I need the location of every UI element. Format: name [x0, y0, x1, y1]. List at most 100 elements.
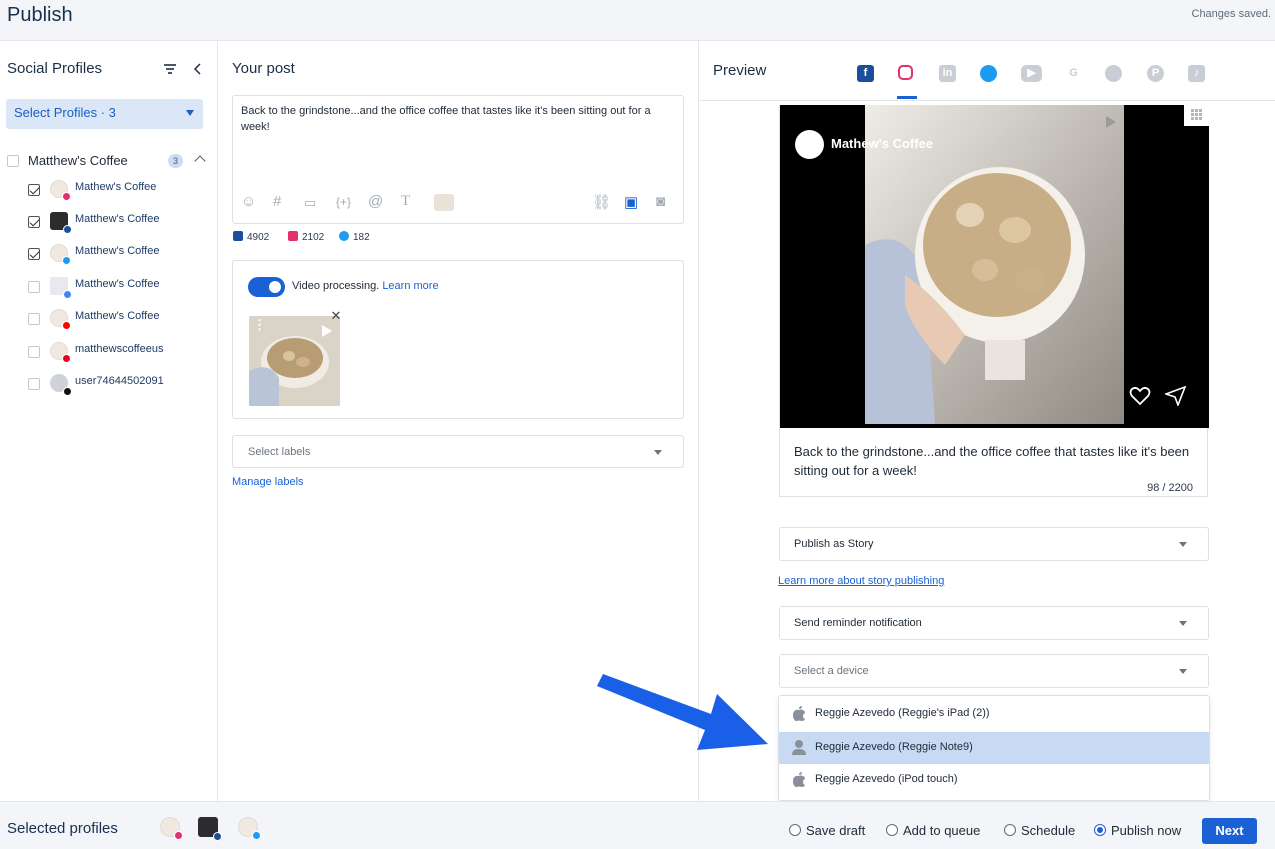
- text-format-icon[interactable]: T: [401, 193, 410, 210]
- profile-item[interactable]: Mathew's Coffee: [28, 180, 208, 201]
- profile-item[interactable]: Matthew's Coffee: [28, 277, 208, 299]
- active-tab-indicator: [897, 96, 917, 99]
- selected-profile-avatar[interactable]: [238, 817, 261, 840]
- tab-google[interactable]: G: [1065, 65, 1082, 82]
- profile-item[interactable]: user74644502091: [28, 374, 208, 396]
- video-icon[interactable]: ▣: [624, 193, 638, 211]
- profile-avatar: [50, 244, 71, 265]
- emoji-icon[interactable]: ☺: [241, 193, 256, 210]
- tab-twitter[interactable]: [980, 65, 997, 82]
- remove-media-icon[interactable]: ✕: [329, 309, 343, 323]
- mention-icon[interactable]: @: [368, 193, 383, 210]
- video-processing-label: Video processing.: [292, 280, 380, 292]
- send-icon[interactable]: [1165, 386, 1187, 406]
- tab-linkedin[interactable]: in: [939, 65, 956, 82]
- selected-profile-avatar[interactable]: [198, 817, 222, 841]
- link-icon[interactable]: ⛓: [592, 193, 611, 211]
- assistant-icon[interactable]: [434, 194, 454, 211]
- profile-checkbox[interactable]: [28, 248, 40, 260]
- next-button[interactable]: Next: [1202, 818, 1257, 844]
- selected-profiles-label: Selected profiles: [7, 820, 118, 837]
- facebook-icon: [213, 832, 222, 841]
- profile-avatar: [50, 309, 71, 330]
- selected-profile-avatar[interactable]: [160, 817, 183, 840]
- post-text[interactable]: Back to the grindstone...and the office …: [241, 103, 677, 135]
- profile-checkbox[interactable]: [28, 346, 40, 358]
- facebook-count: 4902: [233, 231, 269, 243]
- instagram-icon: [62, 192, 71, 201]
- profile-item[interactable]: Matthew's Coffee: [28, 244, 208, 265]
- social-profiles-panel: Social Profiles Select Profiles · 3 Matt…: [0, 41, 218, 801]
- caret-down-icon: [1179, 542, 1187, 547]
- group-checkbox[interactable]: [7, 155, 19, 167]
- profile-checkbox[interactable]: [28, 378, 40, 390]
- tab-reddit[interactable]: [1105, 65, 1122, 82]
- grid-icon[interactable]: [1184, 105, 1209, 126]
- profile-name: Matthew's Coffee: [75, 278, 160, 290]
- video-preview[interactable]: Mathew's Coffee: [780, 105, 1209, 428]
- tab-pinterest[interactable]: P: [1147, 65, 1164, 82]
- account-name: Mathew's Coffee: [831, 136, 934, 151]
- manage-labels-link[interactable]: Manage labels: [232, 476, 304, 488]
- filter-icon[interactable]: [163, 63, 177, 75]
- tab-youtube[interactable]: ▶: [1021, 65, 1042, 82]
- profile-group[interactable]: Matthew's Coffee 3: [7, 153, 207, 169]
- device-option[interactable]: Reggie Azevedo (iPod touch): [779, 764, 1209, 796]
- publish-as-value: Publish as Story: [794, 538, 874, 550]
- profile-item[interactable]: Matthew's Coffee: [28, 309, 208, 330]
- radio-button[interactable]: [789, 824, 801, 836]
- snippet-icon[interactable]: ▭: [304, 195, 316, 211]
- profile-checkbox[interactable]: [28, 216, 40, 228]
- option-label: Publish now: [1111, 823, 1182, 838]
- select-profiles-dropdown[interactable]: Select Profiles · 3: [6, 99, 203, 129]
- tab-facebook[interactable]: f: [857, 65, 874, 82]
- profile-name: Matthew's Coffee: [75, 213, 160, 225]
- save-status: Changes saved.: [1191, 8, 1272, 20]
- preview-panel: Preview f in ▶ G P ♪ Mathew's Coffee Bac…: [699, 41, 1275, 801]
- profile-checkbox[interactable]: [28, 281, 40, 293]
- radio-button[interactable]: [1004, 824, 1016, 836]
- heart-icon[interactable]: [1129, 386, 1151, 406]
- learn-more-link[interactable]: Learn more: [382, 280, 438, 292]
- caret-down-icon: [186, 110, 194, 116]
- reminder-value: Send reminder notification: [794, 617, 922, 629]
- hashtag-icon[interactable]: #: [273, 193, 281, 210]
- profile-item[interactable]: matthewscoffeeus: [28, 342, 208, 363]
- twitter-count: 182: [339, 231, 370, 243]
- chevron-up-icon[interactable]: [194, 155, 206, 167]
- labels-dropdown[interactable]: Select labels: [232, 435, 684, 468]
- camera-icon[interactable]: ◙: [656, 193, 665, 210]
- profile-name: matthewscoffeeus: [75, 343, 164, 355]
- device-label: Reggie Azevedo (iPod touch): [815, 773, 958, 785]
- device-option[interactable]: Reggie Azevedo (Reggie Note9): [779, 732, 1209, 764]
- device-option[interactable]: Reggie Azevedo (Reggie's iPad (2)): [779, 698, 1209, 730]
- profile-name: Matthew's Coffee: [75, 310, 160, 322]
- profile-item[interactable]: Matthew's Coffee: [28, 212, 208, 234]
- radio-button[interactable]: [886, 824, 898, 836]
- video-processing-toggle[interactable]: [248, 277, 285, 297]
- variables-icon[interactable]: {+}: [336, 195, 351, 209]
- twitter-icon: [339, 231, 349, 241]
- post-text-editor[interactable]: Back to the grindstone...and the office …: [232, 95, 684, 224]
- tab-tiktok[interactable]: ♪: [1188, 65, 1205, 82]
- reminder-dropdown[interactable]: Send reminder notification: [779, 606, 1209, 640]
- profile-name: user74644502091: [75, 375, 164, 387]
- option-label: Schedule: [1021, 823, 1076, 838]
- profile-checkbox[interactable]: [28, 313, 40, 325]
- tab-instagram[interactable]: [898, 65, 913, 80]
- pinterest-icon: [62, 354, 71, 363]
- play-icon[interactable]: [1103, 115, 1117, 129]
- labels-placeholder: Select labels: [248, 446, 311, 458]
- more-options-icon[interactable]: ⋮: [253, 318, 266, 332]
- instagram-icon: [174, 831, 183, 840]
- device-options-list: Reggie Azevedo (Reggie's iPad (2)) Reggi…: [778, 695, 1210, 801]
- radio-button[interactable]: [1094, 824, 1106, 836]
- publish-as-dropdown[interactable]: Publish as Story: [779, 527, 1209, 561]
- preview-heading: Preview: [713, 62, 767, 79]
- device-select[interactable]: Select a device: [779, 654, 1209, 688]
- collapse-panel-icon[interactable]: [192, 62, 202, 76]
- option-label: Add to queue: [903, 823, 981, 838]
- story-publishing-link[interactable]: Learn more about story publishing: [778, 575, 944, 587]
- account-avatar: [795, 130, 824, 159]
- profile-checkbox[interactable]: [28, 184, 40, 196]
